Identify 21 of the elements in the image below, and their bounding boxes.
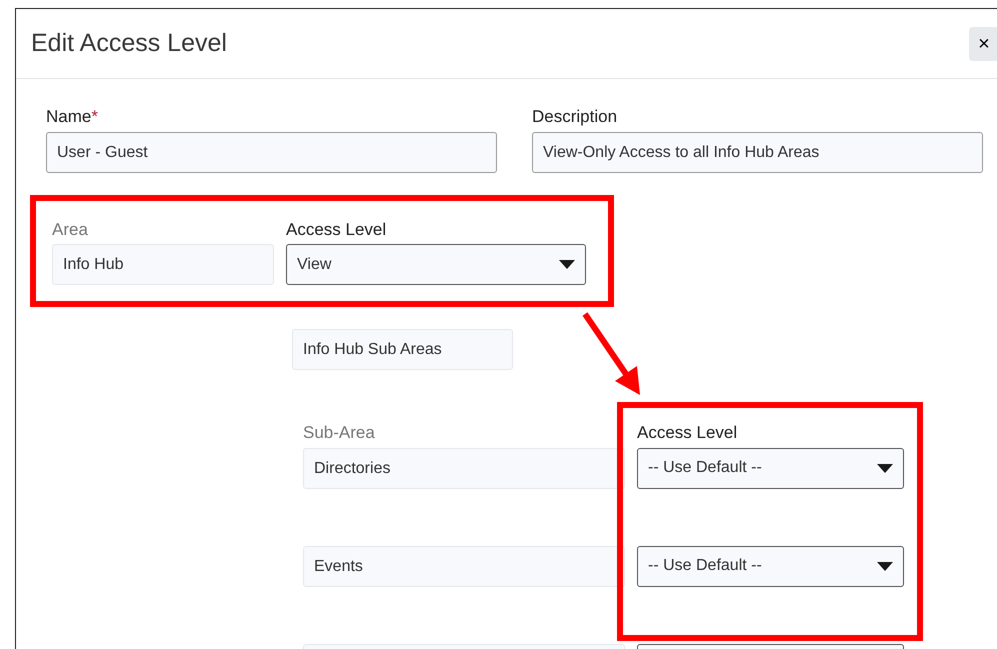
caret-icon [877, 464, 893, 472]
access-level-select[interactable]: View [286, 244, 586, 285]
close-button[interactable]: × [969, 26, 997, 60]
required-mark: * [91, 107, 98, 126]
access-level-select[interactable]: -- Use Default -- [637, 546, 904, 586]
dialog-title: Edit Access Level [31, 28, 227, 59]
sub-area-field: Events [303, 546, 625, 586]
text-field[interactable]: User - Guest [46, 132, 497, 172]
area-field: Info Hub [52, 244, 274, 285]
text-field[interactable]: View-Only Access to all Info Hub Areas [532, 132, 983, 172]
caret-icon [877, 562, 893, 570]
field-label: Sub-Area [303, 422, 376, 444]
field-label: Description [532, 106, 618, 128]
sub-area-field: Directories [303, 448, 625, 488]
access-level-select[interactable]: -- Use Default -- [637, 448, 904, 488]
caret-icon [559, 260, 575, 269]
field-label: Access Level [637, 422, 738, 444]
field-label: Access Level [286, 218, 388, 240]
field-label: Name* [46, 106, 99, 128]
field-label: Area [52, 218, 89, 240]
sub-area-heading: Info Hub Sub Areas [292, 329, 513, 370]
